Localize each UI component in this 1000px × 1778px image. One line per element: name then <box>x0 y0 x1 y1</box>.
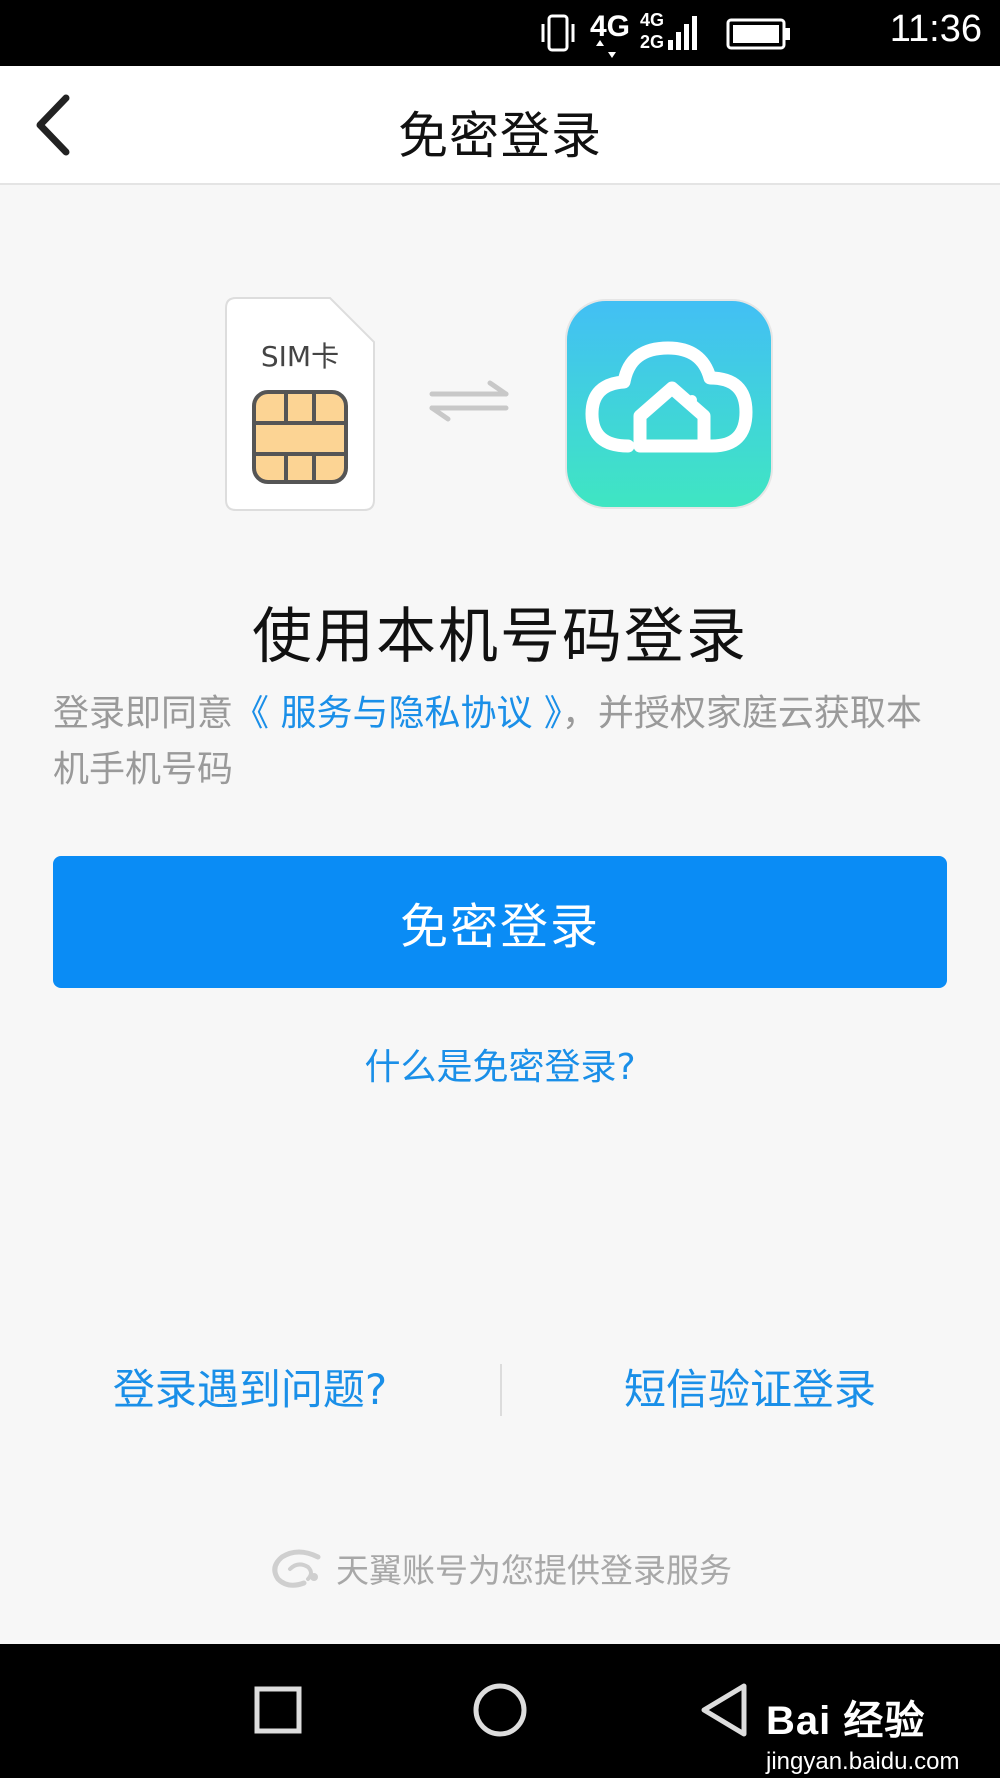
agreement-text: 登录即同意《 服务与隐私协议 》，并授权家庭云获取本机手机号码 <box>53 686 948 798</box>
status-icons: 4G 4G 2G <box>538 10 868 58</box>
swap-arrows-container <box>428 380 510 426</box>
watermark-brand: Bai 经验 <box>766 1699 926 1743</box>
recents-button[interactable] <box>254 1686 302 1738</box>
provider-text: 天翼账号为您提供登录服务 <box>336 1551 732 1590</box>
app-icon-illustration <box>564 298 774 514</box>
circle-icon <box>473 1683 527 1737</box>
status-time: 11:36 <box>889 8 982 50</box>
sim-card-illustration: SIM卡 <box>224 296 376 516</box>
network-label-2g: 2G <box>640 32 665 52</box>
what-is-passwordless-link[interactable]: 什么是免密登录? <box>0 1038 1000 1090</box>
sim-card-icon: SIM卡 <box>225 297 375 511</box>
network-label-4g-2: 4G <box>640 10 665 30</box>
square-icon <box>254 1686 302 1734</box>
baidu-watermark: Bai 经验 jingyan.baidu.com <box>766 1688 959 1776</box>
battery-icon <box>726 18 790 50</box>
provider-info: 天翼账号为您提供登录服务 <box>0 1544 1000 1594</box>
bottom-links: 登录遇到问题? 短信验证登录 <box>0 1352 1000 1422</box>
back-nav-button[interactable] <box>698 1682 748 1742</box>
sim-card-label: SIM卡 <box>261 340 339 373</box>
nav-bar: 免密登录 <box>0 66 1000 185</box>
status-bar: 4G 4G 2G 11:36 <box>0 0 1000 66</box>
vibrate-icon <box>541 14 575 52</box>
agreement-link[interactable]: 《 服务与隐私协议 》 <box>233 693 562 734</box>
tianyi-logo-icon <box>272 1549 321 1588</box>
home-button[interactable] <box>472 1682 528 1742</box>
swap-arrows-icon <box>429 380 509 422</box>
watermark-url: jingyan.baidu.com <box>766 1748 960 1775</box>
agreement-prefix: 登录即同意 <box>53 693 234 734</box>
page-title: 免密登录 <box>398 107 602 165</box>
main-title: 使用本机号码登录 <box>252 602 748 672</box>
sms-login-link[interactable]: 短信验证登录 <box>500 1356 1000 1417</box>
login-button[interactable]: 免密登录 <box>53 856 947 988</box>
signal-icon <box>668 16 697 50</box>
triangle-back-icon <box>701 1683 747 1737</box>
login-problem-link[interactable]: 登录遇到问题? <box>0 1356 500 1417</box>
cloud-home-icon <box>565 299 773 509</box>
data-arrows-icon <box>596 40 616 58</box>
network-label-4g: 4G <box>590 10 631 43</box>
